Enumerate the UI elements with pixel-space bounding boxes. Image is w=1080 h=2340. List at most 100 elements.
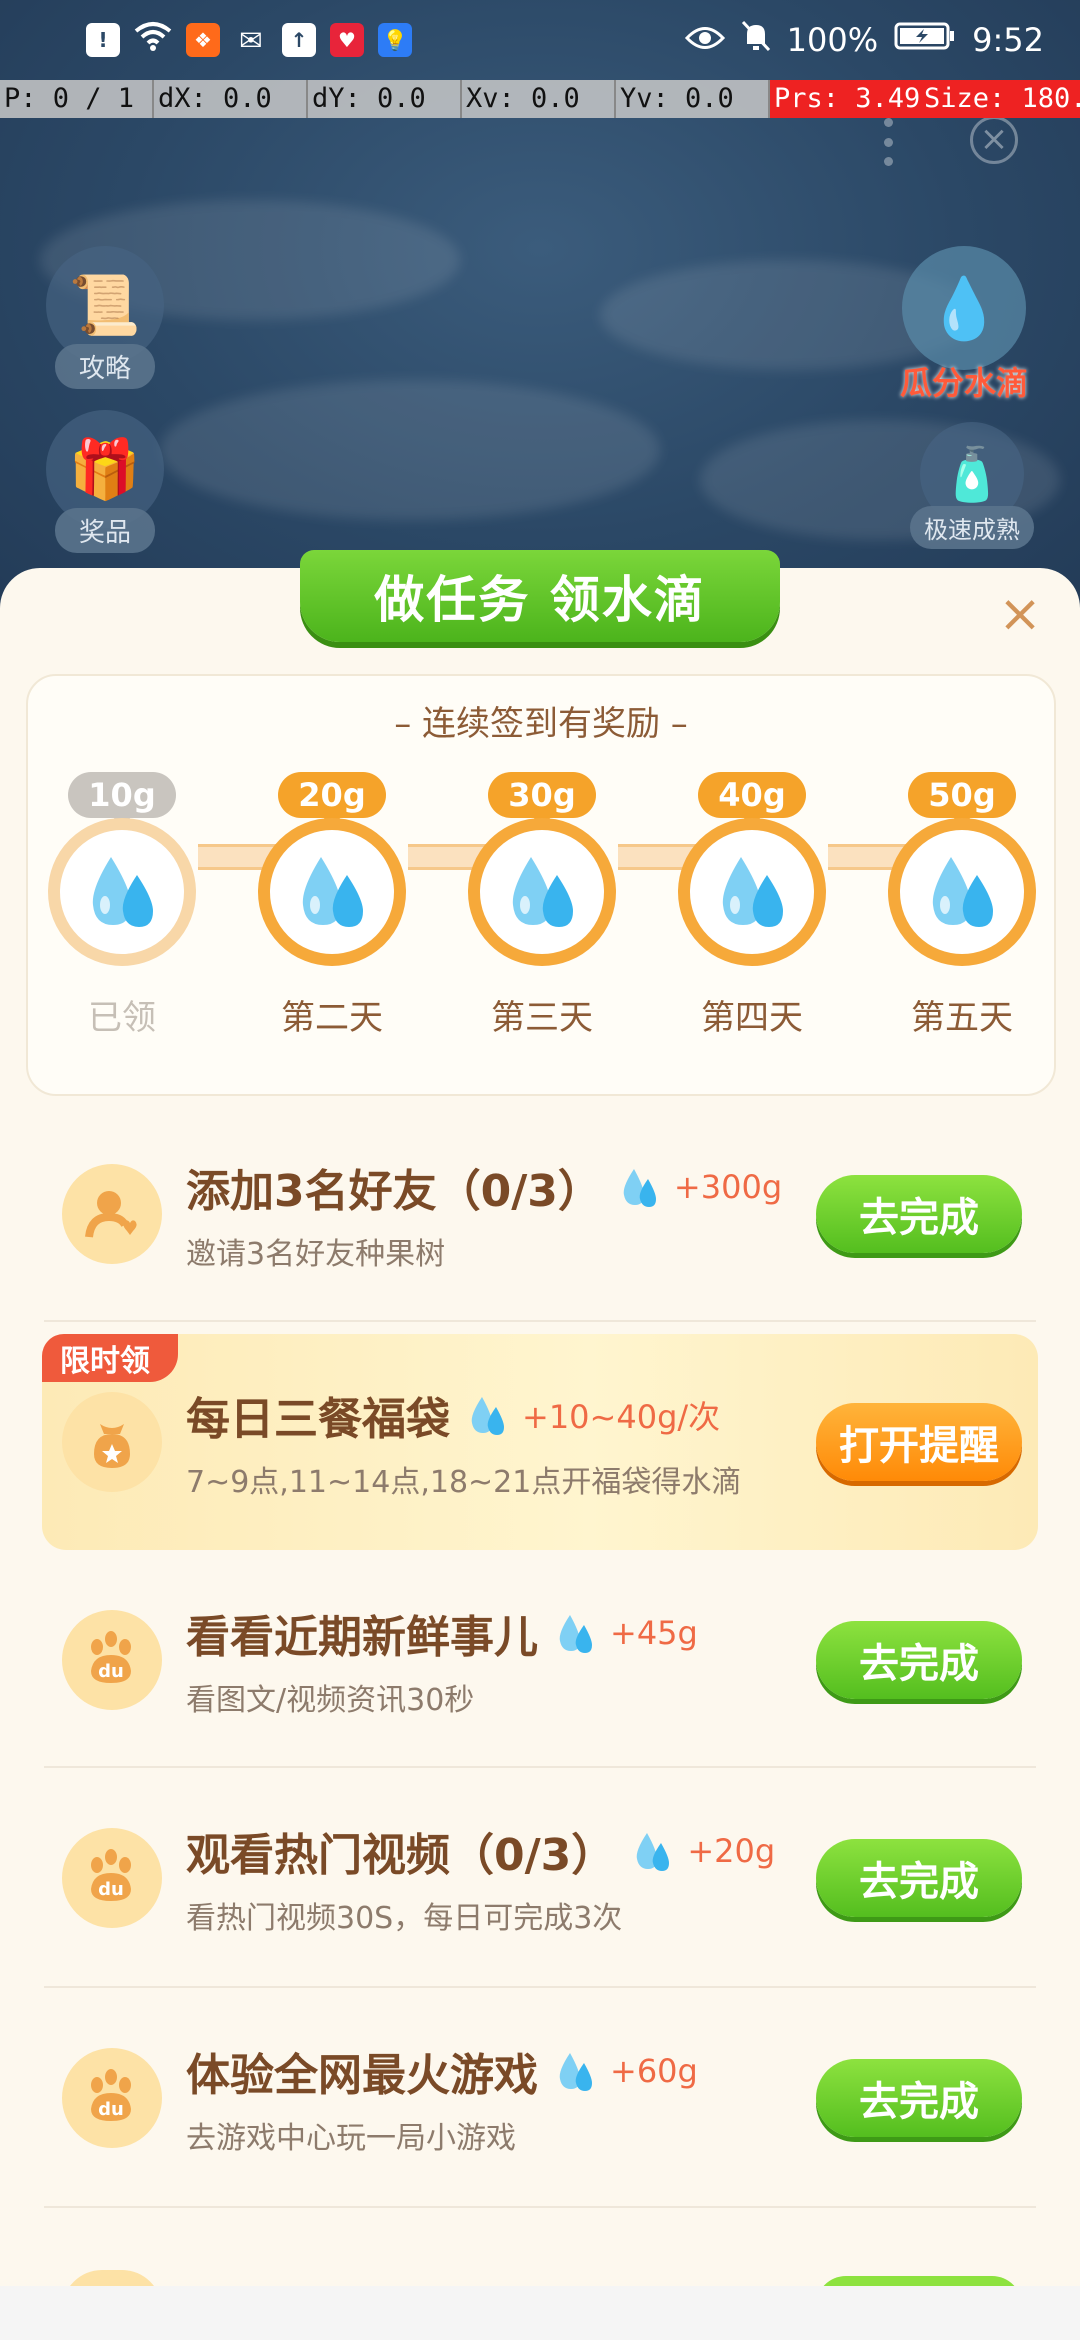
checkin-label: 第三天 <box>491 998 593 1038</box>
divider <box>44 1766 1036 1768</box>
debug-pointer: P: 0 / 1 <box>0 80 154 118</box>
task-reward: +20g <box>687 1832 776 1870</box>
task-hot-game: du 体验全网最火游戏 +60g 去游戏中心玩一局小游戏 去完成 <box>44 1998 1036 2198</box>
checkin-card: – 连续签到有奖励 – 10g 已领 20g 第二天 30g 第三天 40g 第… <box>26 674 1056 1096</box>
water-drop-icon <box>618 1165 662 1209</box>
prizes-label: 奖品 <box>55 508 155 553</box>
checkin-label: 第四天 <box>701 998 803 1038</box>
fast-mature-button[interactable]: 🧴 极速成熟 <box>910 422 1034 549</box>
checkin-amount: 20g <box>278 772 386 828</box>
water-drop-icon <box>554 2049 598 2093</box>
close-game-icon[interactable]: × <box>970 116 1018 164</box>
share-water-label: 瓜分水滴 <box>900 364 1029 402</box>
status-bar: ! ❖ ✉ ↑ ♥ 💡 100% 9:52 <box>0 0 1080 80</box>
checkin-day-5[interactable]: 50g 第五天 <box>882 772 1042 1039</box>
debug-dy: dY: 0.0 <box>308 80 462 118</box>
task-title: 添加3名好友（0/3） <box>186 1166 602 1217</box>
checkin-amount: 30g <box>488 772 596 828</box>
task-description: 看图文/视频资讯30秒 <box>186 1683 475 1718</box>
eye-icon <box>684 21 725 59</box>
fast-mature-label: 极速成熟 <box>910 506 1034 549</box>
task-reward: +45g <box>610 1614 698 1652</box>
checkin-label: 已领 <box>88 998 156 1038</box>
wifi-icon <box>134 21 172 59</box>
gift-icon: 🎁 <box>68 434 142 503</box>
task-hot-videos: du 观看热门视频（0/3） +20g 看热门视频30S，每日可完成3次 去完成 <box>44 1778 1036 1978</box>
task-reward: +10~40g/次 <box>522 1398 721 1436</box>
battery-icon <box>894 21 956 59</box>
water-drop-icon <box>888 818 1036 966</box>
pointer-debug-bar: P: 0 / 1 dX: 0.0 dY: 0.0 Xv: 0.0 Yv: 0.0… <box>0 80 1080 118</box>
task-reward: +60g <box>610 2052 698 2090</box>
close-icon[interactable]: × <box>996 588 1044 640</box>
debug-pressure: Prs: 3.49 <box>770 80 920 118</box>
checkin-amount: 50g <box>908 772 1016 828</box>
water-drop-icon <box>258 818 406 966</box>
alert-icon: ! <box>86 23 120 57</box>
water-drop-icon <box>466 1393 510 1437</box>
checkin-amount: 10g <box>68 772 176 828</box>
checkin-label: 第二天 <box>281 998 383 1038</box>
checkin-day-2[interactable]: 20g 第二天 <box>252 772 412 1039</box>
checkin-day-1[interactable]: 10g 已领 <box>42 772 202 1039</box>
task-reward: +300g <box>673 1168 783 1206</box>
sheet-title: 做任务 领水滴 <box>300 550 780 642</box>
divider <box>44 2206 1036 2208</box>
mute-bell-icon <box>741 20 771 60</box>
task-title: 看看近期新鲜事儿 <box>186 1612 538 1663</box>
task-title: 观看热门视频（0/3） <box>186 1830 616 1881</box>
upload-icon: ↑ <box>282 23 316 57</box>
water-drop-icon <box>554 1611 598 1655</box>
debug-size: Size: 180.0 <box>920 80 1080 118</box>
app-icon-red: ♥ <box>330 23 364 57</box>
wechat-icon: ✉ <box>239 23 263 57</box>
water-drop-icon <box>631 1829 675 1873</box>
divider <box>44 1986 1036 1988</box>
task-description: 7~9点,11~14点,18~21点开福袋得水滴 <box>186 1465 742 1500</box>
checkin-label: 第五天 <box>911 998 1013 1038</box>
divider <box>44 1320 1036 1322</box>
svg-text:du: du <box>98 2099 124 2120</box>
task-description: 邀请3名好友种果树 <box>186 1237 446 1272</box>
checkin-title: – 连续签到有奖励 – <box>394 704 688 744</box>
complete-task-button[interactable]: 去完成 <box>816 1839 1022 1917</box>
checkin-day-3[interactable]: 30g 第三天 <box>462 772 622 1039</box>
app-icon-orange: ❖ <box>186 23 220 57</box>
task-title: 体验全网最火游戏 <box>186 2050 538 2101</box>
complete-task-button[interactable]: 去完成 <box>816 2059 1022 2137</box>
lucky-bag-icon <box>62 1392 162 1492</box>
task-news: du 看看近期新鲜事儿 +45g 看图文/视频资讯30秒 去完成 <box>44 1560 1036 1760</box>
task-add-friends: 添加3名好友（0/3） +300g 邀请3名好友种果树 去完成 <box>44 1114 1036 1314</box>
more-dots-icon[interactable] <box>880 118 896 166</box>
debug-xv: Xv: 0.0 <box>462 80 616 118</box>
complete-task-button[interactable]: 去完成 <box>816 1621 1022 1699</box>
water-bag-icon: 💧 <box>926 273 1002 344</box>
open-reminder-button[interactable]: 打开提醒 <box>816 1403 1022 1481</box>
paw-du-icon: du <box>62 1610 162 1710</box>
paw-du-icon: du <box>62 1828 162 1928</box>
fertilizer-icon: 🧴 <box>939 444 1005 505</box>
strategy-label: 攻略 <box>55 344 155 389</box>
debug-yv: Yv: 0.0 <box>616 80 770 118</box>
bottom-nav-area <box>0 2286 1080 2340</box>
add-friend-icon <box>62 1164 162 1264</box>
svg-text:du: du <box>98 1661 124 1682</box>
checkin-day-4[interactable]: 40g 第四天 <box>672 772 832 1039</box>
water-drop-icon <box>678 818 826 966</box>
complete-task-button[interactable]: 去完成 <box>816 1175 1022 1253</box>
task-meal-bag: 每日三餐福袋 +10~40g/次 7~9点,11~14点,18~21点开福袋得水… <box>44 1342 1036 1542</box>
strategy-button[interactable]: 📜 攻略 <box>46 246 164 389</box>
water-drop-icon <box>48 818 196 966</box>
limited-time-tag: 限时领 <box>42 1334 178 1382</box>
checkin-amount: 40g <box>698 772 806 828</box>
water-drop-icon <box>468 818 616 966</box>
task-description: 去游戏中心玩一局小游戏 <box>186 2121 516 2156</box>
share-water-button[interactable]: 💧 瓜分水滴 <box>900 246 1028 404</box>
bulb-icon: 💡 <box>378 23 412 57</box>
scroll-icon: 📜 <box>68 270 142 339</box>
prizes-button[interactable]: 🎁 奖品 <box>46 410 164 553</box>
task-description: 看热门视频30S，每日可完成3次 <box>186 1901 623 1936</box>
battery-percent: 100% <box>786 21 879 59</box>
paw-du-icon: du <box>62 2048 162 2148</box>
task-title: 每日三餐福袋 <box>186 1394 450 1445</box>
